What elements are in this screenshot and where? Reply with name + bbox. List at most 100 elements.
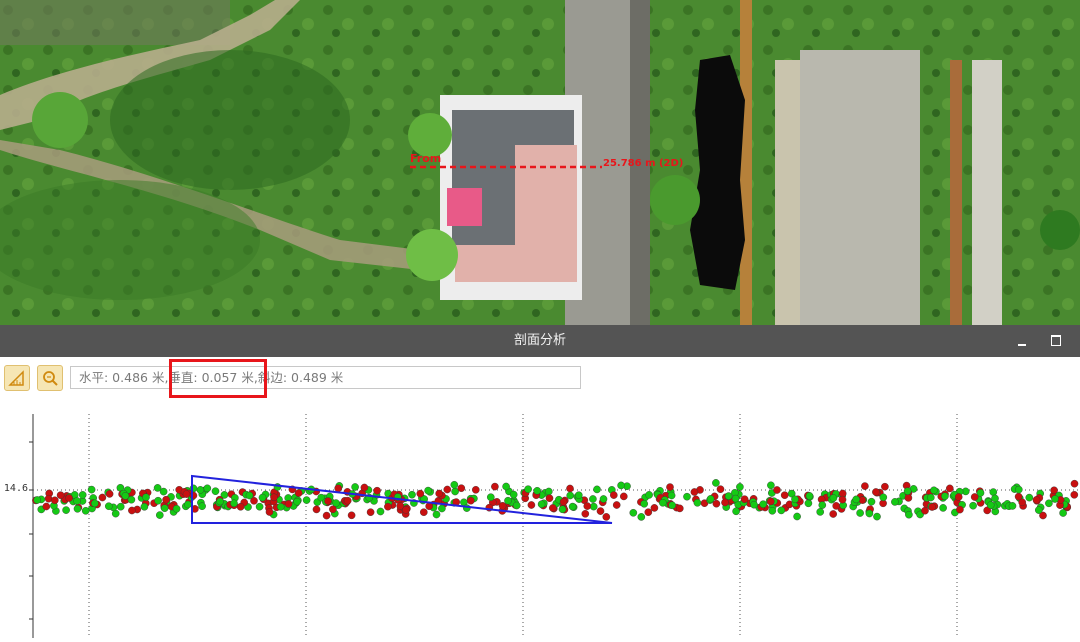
point-cloud-point xyxy=(559,498,568,506)
point-cloud-point xyxy=(376,507,385,516)
point-cloud-point xyxy=(693,499,702,507)
point-cloud-point xyxy=(939,504,947,512)
point-cloud-point xyxy=(432,510,441,519)
point-cloud-point xyxy=(105,502,113,510)
point-cloud-point xyxy=(366,508,375,516)
point-cloud-point xyxy=(986,501,995,509)
point-cloud-point xyxy=(946,484,954,493)
point-cloud-point xyxy=(1015,485,1023,494)
point-cloud-point xyxy=(408,490,416,499)
point-cloud-point xyxy=(903,487,912,495)
point-cloud-point xyxy=(347,511,356,520)
point-cloud-point xyxy=(509,490,518,499)
point-cloud-point xyxy=(498,502,507,510)
point-cloud-point xyxy=(245,491,254,500)
point-cloud-point xyxy=(712,479,720,487)
point-cloud-point xyxy=(384,502,392,511)
zoom-tool-button[interactable] xyxy=(37,365,63,391)
point-cloud-point xyxy=(724,492,733,500)
point-cloud-point xyxy=(343,496,352,505)
magnifier-icon xyxy=(43,371,58,386)
point-cloud-point xyxy=(879,493,888,502)
profile-chart[interactable]: 14.6 xyxy=(0,399,1080,638)
point-cloud-point xyxy=(736,483,744,491)
point-cloud-point xyxy=(676,504,684,513)
point-cloud-point xyxy=(712,499,721,508)
point-cloud-point xyxy=(568,502,577,511)
point-cloud-point xyxy=(617,481,625,490)
point-cloud-point xyxy=(881,482,889,491)
point-cloud-point xyxy=(142,493,150,501)
point-cloud-point xyxy=(793,512,801,521)
point-cloud-point xyxy=(690,488,699,496)
point-cloud-point xyxy=(155,511,164,519)
point-cloud-point xyxy=(51,496,59,505)
point-cloud-point xyxy=(524,485,532,493)
point-cloud-point xyxy=(258,493,267,502)
point-cloud-point xyxy=(991,494,999,503)
ruler-triangle-icon xyxy=(8,370,24,386)
point-cloud-point xyxy=(121,492,130,500)
point-cloud-point xyxy=(189,484,198,493)
point-cloud-point xyxy=(1045,499,1053,508)
maximize-button[interactable] xyxy=(1046,331,1066,351)
point-cloud-point xyxy=(989,488,998,496)
point-cloud-point xyxy=(904,494,913,502)
point-cloud-point xyxy=(533,487,542,495)
point-cloud-point xyxy=(284,500,293,508)
point-cloud-point xyxy=(805,492,814,500)
point-cloud-point xyxy=(1032,496,1041,504)
point-cloud-point xyxy=(302,496,311,504)
point-cloud-point xyxy=(373,486,381,495)
point-cloud-point xyxy=(196,486,205,494)
point-cloud-point xyxy=(443,485,452,494)
point-cloud-point xyxy=(832,502,841,510)
measurement-readout: 水平: 0.486 米,垂直: 0.057 米,斜边: 0.489 米 xyxy=(70,366,581,389)
point-cloud-point xyxy=(766,497,775,506)
point-cloud-point xyxy=(105,490,114,498)
point-cloud-point xyxy=(198,502,206,510)
point-cloud-point xyxy=(73,505,82,513)
point-cloud-point xyxy=(865,509,874,518)
point-cloud-point xyxy=(116,502,125,511)
y-tick-label: 14.6 xyxy=(3,483,28,494)
minimize-button[interactable] xyxy=(1012,331,1032,351)
point-cloud-point xyxy=(1051,495,1059,503)
profile-toolbar: 水平: 0.486 米,垂直: 0.057 米,斜边: 0.489 米 xyxy=(0,357,1080,399)
point-cloud-point xyxy=(891,498,899,506)
aerial-imagery: From 25.786 m (2D) xyxy=(0,0,1080,325)
point-cloud-point xyxy=(502,482,510,491)
point-cloud-point xyxy=(861,482,869,490)
point-cloud-point xyxy=(172,505,181,513)
point-cloud-point xyxy=(73,497,81,505)
point-cloud-point xyxy=(545,494,554,502)
point-cloud-point xyxy=(1070,479,1079,488)
point-cloud-point xyxy=(154,496,162,505)
point-cloud-point xyxy=(128,506,136,515)
point-cloud-point xyxy=(424,486,432,495)
point-cloud-point xyxy=(153,484,162,492)
point-cloud-point xyxy=(360,483,369,492)
point-cloud-point xyxy=(329,505,337,514)
distance-label: 25.786 m (2D) xyxy=(603,158,683,169)
point-cloud-point xyxy=(211,487,220,495)
point-cloud-point xyxy=(265,508,274,516)
point-cloud-point xyxy=(270,493,278,502)
point-cloud-points xyxy=(32,479,1079,521)
aerial-map-view[interactable]: From 25.786 m (2D) xyxy=(0,0,1080,325)
point-cloud-point xyxy=(81,507,90,515)
point-cloud-point xyxy=(322,511,331,520)
point-cloud-point xyxy=(740,495,749,503)
point-cloud-point xyxy=(450,481,459,489)
point-cloud-point xyxy=(162,495,170,504)
point-cloud-point xyxy=(203,484,212,493)
measure-tool-button[interactable] xyxy=(4,365,30,391)
point-cloud-point xyxy=(416,489,425,498)
point-cloud-point xyxy=(1025,493,1034,502)
point-cloud-point xyxy=(558,505,567,514)
point-cloud-point xyxy=(293,497,301,506)
point-cloud-point xyxy=(599,495,608,503)
point-cloud-point xyxy=(716,485,725,493)
point-cloud-point xyxy=(62,506,70,514)
point-cloud-point xyxy=(856,509,864,517)
